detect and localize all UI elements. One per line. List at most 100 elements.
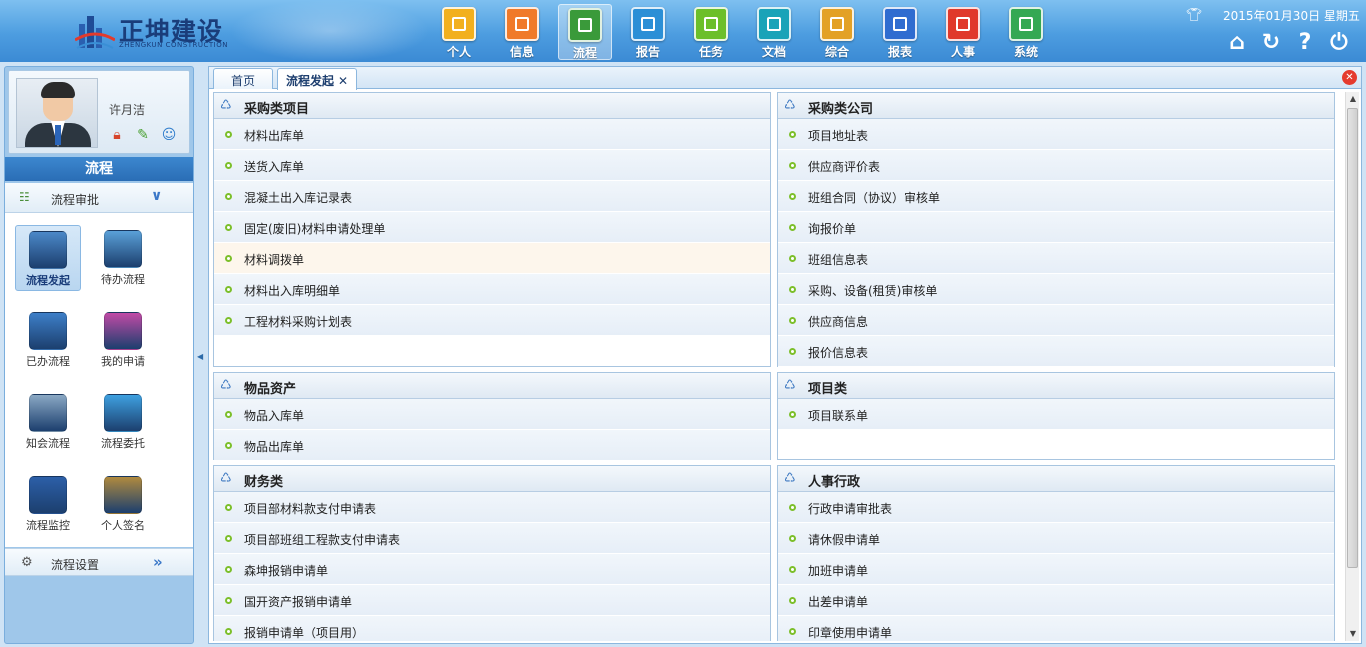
gear-icon: [1009, 7, 1043, 41]
vertical-scrollbar[interactable]: ▲ ▼: [1345, 92, 1359, 641]
process-form-link[interactable]: 请休假申请单: [778, 523, 1334, 554]
tab-process-start[interactable]: 流程发起 ✕: [277, 68, 357, 90]
process-form-link[interactable]: 森坤报销申请单: [214, 554, 770, 585]
task-icon: [694, 7, 728, 41]
process-form-label: 行政申请审批表: [808, 502, 893, 516]
panel-header: ♺ 财务类: [214, 466, 770, 492]
scroll-down-arrow-icon[interactable]: ▼: [1346, 627, 1360, 641]
process-form-label: 采购、设备(租赁)审核单: [808, 284, 938, 298]
sidebar-collapse-handle[interactable]: ◀: [197, 350, 205, 364]
process-form-link[interactable]: 出差申请单: [778, 585, 1334, 616]
process-form-label: 材料出库单: [244, 129, 305, 143]
bullet-dot-icon: [789, 566, 796, 573]
chevron-double-right-icon[interactable]: »: [153, 553, 163, 571]
process-form-label: 报销申请单（项目用）: [244, 626, 365, 640]
tab-process-start-label: 流程发起: [285, 74, 334, 88]
process-form-label: 材料出入库明细单: [244, 284, 341, 298]
recycle-arrows-icon: ♺: [784, 378, 796, 393]
process-form-label: 项目部材料款支付申请表: [244, 502, 377, 516]
process-form-link[interactable]: 行政申请审批表: [778, 492, 1334, 523]
nav-item-label: 人事: [950, 45, 975, 59]
process-form-link[interactable]: 报销申请单（项目用）: [214, 616, 770, 641]
user-profile-card: 许月洁 🔒︎ ✎ ☺: [8, 70, 190, 154]
nav-item-8[interactable]: 人事: [936, 4, 990, 60]
process-form-link[interactable]: 印章使用申请单: [778, 616, 1334, 641]
nav-item-4[interactable]: 任务: [684, 4, 738, 60]
process-form-link[interactable]: 供应商信息: [778, 305, 1334, 336]
process-form-link[interactable]: 物品入库单: [214, 399, 770, 430]
process-form-link[interactable]: 材料调拨单: [214, 243, 770, 274]
check-circle-icon: [29, 312, 67, 350]
help-icon[interactable]: ?: [1292, 30, 1318, 56]
process-form-label: 询报价单: [808, 222, 857, 236]
bullet-dot-icon: [789, 131, 796, 138]
process-form-label: 物品入库单: [244, 409, 305, 423]
process-form-link[interactable]: 材料出入库明细单: [214, 274, 770, 305]
nav-item-7[interactable]: 报表: [873, 4, 927, 60]
tile-check-circle[interactable]: 已办流程: [15, 307, 81, 373]
nav-item-9[interactable]: 系统: [999, 4, 1053, 60]
signature-icon: [104, 476, 142, 514]
refresh-icon[interactable]: ↻: [1258, 30, 1284, 56]
tile-signature[interactable]: 个人签名: [90, 471, 156, 537]
process-form-link[interactable]: 项目部材料款支付申请表: [214, 492, 770, 523]
bullet-dot-icon: [225, 131, 232, 138]
nav-item-label: 信息: [509, 45, 534, 59]
process-form-link[interactable]: 询报价单: [778, 212, 1334, 243]
menu-process-settings[interactable]: ⚙ 流程设置 »: [5, 548, 193, 576]
bullet-dot-icon: [225, 597, 232, 604]
process-form-link[interactable]: 固定(废旧)材料申请处理单: [214, 212, 770, 243]
process-form-link[interactable]: 物品出库单: [214, 430, 770, 461]
chevron-double-down-icon[interactable]: ∨: [151, 188, 162, 204]
lock-icon[interactable]: 🔒︎: [109, 127, 125, 143]
process-form-link[interactable]: 报价信息表: [778, 336, 1334, 367]
nav-item-5[interactable]: 文档: [747, 4, 801, 60]
tile-user-request[interactable]: 我的申请: [90, 307, 156, 373]
process-form-link[interactable]: 项目地址表: [778, 119, 1334, 150]
process-form-link[interactable]: 工程材料采购计划表: [214, 305, 770, 336]
hierarchy-icon: [104, 394, 142, 432]
process-form-label: 固定(废旧)材料申请处理单: [244, 222, 386, 236]
user-icon[interactable]: ☺: [161, 127, 177, 143]
process-form-link[interactable]: 项目联系单: [778, 399, 1334, 430]
tile-hierarchy[interactable]: 流程委托: [90, 389, 156, 455]
nav-item-label: 任务: [698, 45, 723, 59]
process-form-link[interactable]: 班组信息表: [778, 243, 1334, 274]
panel-title: 人事行政: [808, 475, 861, 490]
home-icon[interactable]: ⌂: [1224, 30, 1250, 56]
tile-magnifier[interactable]: 知会流程: [15, 389, 81, 455]
process-form-link[interactable]: 材料出库单: [214, 119, 770, 150]
nav-item-3[interactable]: 报告: [621, 4, 675, 60]
process-form-link[interactable]: 混凝土出入库记录表: [214, 181, 770, 212]
scrollbar-thumb[interactable]: [1347, 108, 1358, 568]
tile-clock[interactable]: 待办流程: [90, 225, 156, 291]
tile-compass[interactable]: 流程监控: [15, 471, 81, 537]
category-panel: ♺ 采购类公司 项目地址表 供应商评价表 班组合同（协议）审核单 询报价单 班组信息表 采购、…: [777, 92, 1335, 367]
tile-process-start[interactable]: 流程发起: [15, 225, 81, 291]
process-form-link[interactable]: 项目部班组工程款支付申请表: [214, 523, 770, 554]
process-form-link[interactable]: 送货入库单: [214, 150, 770, 181]
category-panel: ♺ 采购类项目 材料出库单 送货入库单 混凝土出入库记录表 固定(废旧)材料申请处理单 材料…: [213, 92, 771, 367]
close-all-tabs-icon[interactable]: ✕: [1342, 70, 1357, 85]
process-form-link[interactable]: 国开资产报销申请单: [214, 585, 770, 616]
bullet-dot-icon: [225, 317, 232, 324]
process-form-link[interactable]: 班组合同（协议）审核单: [778, 181, 1334, 212]
menu-process-approval[interactable]: ☷ 流程审批 ∨: [5, 183, 193, 213]
shirt-icon[interactable]: 👕︎: [1186, 8, 1203, 23]
process-form-link[interactable]: 加班申请单: [778, 554, 1334, 585]
nav-item-1[interactable]: 信息: [495, 4, 549, 60]
section-title: 流程: [5, 157, 193, 181]
nav-item-0[interactable]: 个人: [432, 4, 486, 60]
nav-item-2[interactable]: 流程: [558, 4, 612, 60]
process-form-link[interactable]: 采购、设备(租赁)审核单: [778, 274, 1334, 305]
process-form-link[interactable]: 供应商评价表: [778, 150, 1334, 181]
bullet-dot-icon: [225, 628, 232, 635]
category-panel: ♺ 财务类项目部材料款支付申请表项目部班组工程款支付申请表 森坤报销申请单 国开资产报…: [213, 465, 771, 641]
tab-home[interactable]: 首页: [213, 68, 273, 89]
power-icon[interactable]: ⏻: [1326, 30, 1352, 56]
close-tab-icon[interactable]: ✕: [338, 74, 348, 88]
nav-item-6[interactable]: 综合: [810, 4, 864, 60]
edit-icon[interactable]: ✎: [135, 127, 151, 143]
process-form-label: 项目地址表: [808, 129, 869, 143]
scroll-up-arrow-icon[interactable]: ▲: [1346, 92, 1360, 106]
